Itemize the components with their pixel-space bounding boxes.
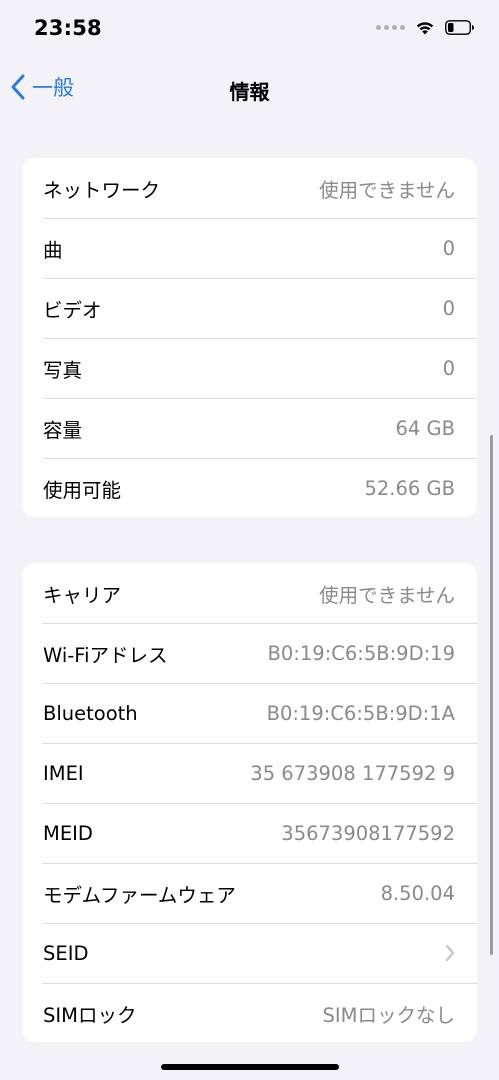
row-songs: 曲 0 bbox=[22, 218, 477, 278]
row-seid[interactable]: SEID bbox=[22, 923, 477, 983]
row-value: 64 GB bbox=[395, 416, 456, 440]
row-meid[interactable]: MEID 35673908177592 bbox=[22, 803, 477, 863]
row-label: Bluetooth bbox=[43, 701, 138, 725]
device-info-group: キャリア 使用できません Wi-Fiアドレス B0:19:C6:5B:9D:19… bbox=[22, 563, 477, 1042]
row-label: SEID bbox=[43, 941, 89, 965]
signal-dots-icon bbox=[376, 25, 405, 30]
row-label: IMEI bbox=[43, 761, 84, 785]
row-value: 0 bbox=[442, 356, 455, 380]
scrolled-link[interactable] bbox=[32, 104, 452, 120]
row-photos: 写真 0 bbox=[22, 338, 477, 398]
row-value: 0 bbox=[442, 296, 455, 320]
row-value: 52.66 GB bbox=[364, 476, 455, 500]
row-value: B0:19:C6:5B:9D:19 bbox=[267, 641, 456, 665]
status-icons bbox=[376, 20, 475, 35]
row-value: B0:19:C6:5B:9D:1A bbox=[266, 701, 455, 725]
row-network: ネットワーク 使用できません bbox=[22, 158, 477, 218]
row-value: 使用できません bbox=[319, 583, 455, 607]
row-label: 写真 bbox=[43, 358, 83, 382]
row-carrier[interactable]: キャリア 使用できません bbox=[22, 563, 477, 623]
row-value: SIMロックなし bbox=[322, 1003, 455, 1027]
page-title: 情報 bbox=[229, 80, 270, 104]
row-label: ネットワーク bbox=[43, 178, 161, 202]
row-label: ビデオ bbox=[43, 298, 102, 322]
battery-icon bbox=[445, 20, 474, 35]
row-label: SIMロック bbox=[43, 1003, 137, 1027]
row-value: 使用できません bbox=[319, 178, 455, 202]
row-bluetooth[interactable]: Bluetooth B0:19:C6:5B:9D:1A bbox=[22, 683, 477, 743]
wifi-icon bbox=[416, 22, 434, 35]
status-time: 23:58 bbox=[34, 16, 102, 40]
row-value: 0 bbox=[442, 236, 455, 260]
row-label: MEID bbox=[43, 821, 93, 845]
row-value: 35673908177592 bbox=[281, 821, 455, 845]
row-videos: ビデオ 0 bbox=[22, 278, 477, 338]
row-sim-lock[interactable]: SIMロック SIMロックなし bbox=[22, 983, 477, 1042]
row-value: 35 673908 177592 9 bbox=[250, 761, 455, 785]
status-bar: 23:58 bbox=[0, 0, 499, 60]
row-label: 曲 bbox=[43, 238, 63, 262]
row-capacity: 容量 64 GB bbox=[22, 398, 477, 458]
row-label: 容量 bbox=[43, 418, 83, 442]
row-label: 使用可能 bbox=[43, 478, 122, 502]
row-label: キャリア bbox=[43, 583, 122, 607]
row-label: Wi-Fiアドレス bbox=[43, 643, 168, 667]
row-modem-firmware[interactable]: モデムファームウェア 8.50.04 bbox=[22, 863, 477, 923]
scroll-indicator[interactable] bbox=[490, 435, 493, 955]
media-info-group: ネットワーク 使用できません 曲 0 ビデオ 0 写真 0 容量 64 GB 使… bbox=[22, 158, 477, 517]
row-wifi-address[interactable]: Wi-Fiアドレス B0:19:C6:5B:9D:19 bbox=[22, 623, 477, 683]
row-label: モデムファームウェア bbox=[43, 883, 236, 907]
row-imei[interactable]: IMEI 35 673908 177592 9 bbox=[22, 743, 477, 803]
home-indicator[interactable] bbox=[161, 1064, 339, 1070]
row-available: 使用可能 52.66 GB bbox=[22, 458, 477, 517]
chevron-right-icon bbox=[445, 944, 455, 962]
row-value: 8.50.04 bbox=[380, 881, 455, 905]
